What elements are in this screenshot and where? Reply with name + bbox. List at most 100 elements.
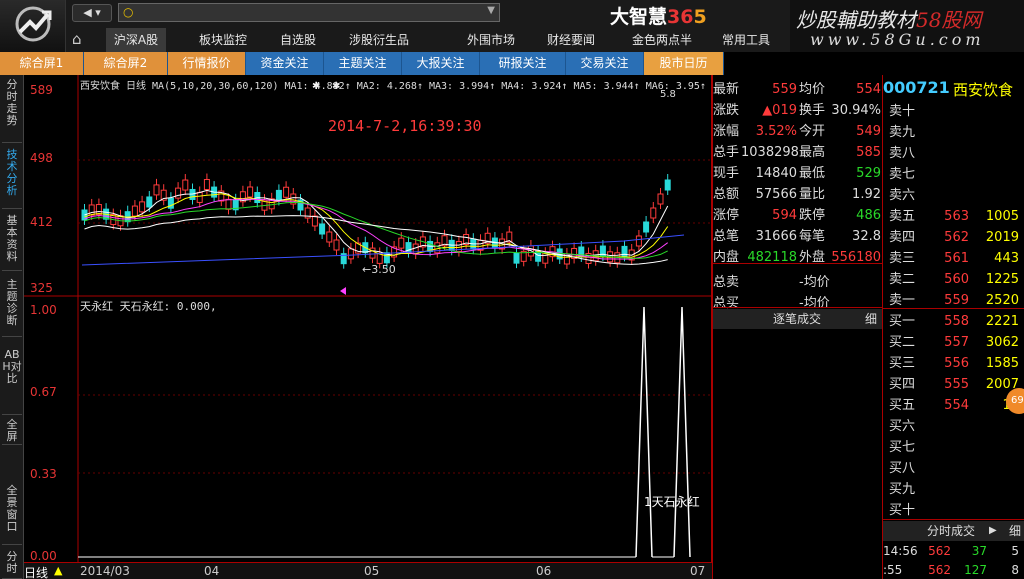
ask-row[interactable]: 卖二 560 1225 — [883, 269, 1024, 290]
ask-row[interactable]: 卖十 — [883, 101, 1024, 122]
quote-label: 总手 — [713, 145, 740, 160]
quote-label: 今开 — [799, 124, 826, 139]
tab-calendar[interactable]: 股市日历 — [644, 52, 724, 75]
period-dropdown-icon[interactable]: ▲ — [54, 564, 62, 577]
tab-screen2[interactable]: 綜合屏2 — [84, 52, 168, 75]
bid-row[interactable]: 买七 — [883, 437, 1024, 458]
left-side-tabs: 分时走势 技术分析 基本资料 主题诊断 ABH对比 全屏 全景窗口 分时 — [0, 75, 24, 579]
tab-research[interactable]: 研报关注 — [480, 52, 566, 75]
side-tab-basic[interactable]: 基本资料 — [2, 215, 22, 271]
quote-label: 最低 — [799, 166, 826, 181]
menu-news[interactable]: 财经要闻 — [536, 28, 606, 52]
menu-sector[interactable]: 板块监控 — [188, 28, 258, 52]
menu-hs-a[interactable]: 沪深A股 — [106, 28, 166, 52]
low-price-label: ←3.50 — [362, 263, 396, 276]
play-icon[interactable]: ▶ — [989, 521, 997, 541]
bid-row[interactable]: 买九 — [883, 479, 1024, 500]
quote-value: 585 — [856, 145, 881, 160]
tab-bigreport[interactable]: 大报关注 — [402, 52, 480, 75]
quote-label: 最高 — [799, 145, 826, 160]
candle-body — [664, 179, 671, 191]
tab-screen1[interactable]: 綜合屏1 — [0, 52, 84, 75]
quote-label: 跌停 — [799, 208, 826, 223]
ask-row[interactable]: 卖四 562 2019 — [883, 227, 1024, 248]
minute-detail-button[interactable]: 细 — [1009, 521, 1021, 541]
side-tab-diagnosis[interactable]: 主题诊断 — [2, 279, 22, 337]
quote-label: 每笔 — [799, 229, 826, 244]
side-tab-technical[interactable]: 技术分析 — [2, 149, 22, 209]
candle-body — [311, 215, 318, 227]
ask-row[interactable]: 卖五 563 1005 — [883, 206, 1024, 227]
app-logo[interactable] — [0, 0, 66, 52]
kline-svg[interactable]: ✱ ✱ — [24, 75, 712, 579]
menu-tools[interactable]: 常用工具 — [714, 28, 778, 52]
quote-value: 14840 — [755, 166, 797, 181]
candle-body — [369, 247, 376, 259]
bid-row[interactable]: 买六 — [883, 416, 1024, 437]
side-tab-intraday[interactable]: 分时走势 — [2, 79, 22, 143]
dropdown-icon[interactable]: ▾ — [95, 6, 101, 19]
menu-golden[interactable]: 金色两点半 — [622, 28, 702, 52]
menu-derivatives[interactable]: 涉股衍生品 — [342, 28, 416, 52]
bid-row[interactable]: 买五55411 — [883, 395, 1024, 416]
bid-row[interactable]: 买一 558 2221 — [883, 311, 1024, 332]
orderbook-panel: 000721 西安饮食 卖十 卖九 卖八 卖七 卖六 卖五 563 1005 卖四 562 2019… — [882, 75, 1024, 579]
candle-body — [643, 221, 650, 233]
menu-overseas[interactable]: 外围市场 — [456, 28, 526, 52]
search-box[interactable]: ○ ▼ — [118, 3, 500, 22]
tab-theme[interactable]: 主题关注 — [324, 52, 402, 75]
candle-body — [347, 248, 354, 260]
bid-row[interactable]: 买二 557 3062 — [883, 332, 1024, 353]
side-tab-panorama[interactable]: 全景窗口 — [2, 485, 22, 545]
tab-quotes[interactable]: 行情报价 — [168, 52, 246, 75]
main-menu: ⌂ 沪深A股 板块监控 自选股 涉股衍生品 外围市场 财经要闻 金色两点半 常用… — [66, 28, 790, 52]
tick-row: :55 562 127 8 — [883, 563, 1019, 577]
kline-chart-panel[interactable]: ✱ ✱ 西安饮食 日线 MA(5,10,20,30,60,120) MA1: 4… — [24, 75, 712, 579]
quote-row: 总手 1038298 最高 585 — [713, 142, 883, 163]
candle-body — [139, 201, 146, 213]
candle-body — [326, 231, 333, 243]
candle-body — [333, 239, 340, 251]
side-tab-minute[interactable]: 分时 — [2, 551, 22, 579]
y-label-top: 589 — [30, 83, 53, 97]
tick-row: 14:56 562 37 5 — [883, 544, 1019, 558]
logo-icon — [15, 6, 52, 42]
trades-detail-button[interactable]: 细 — [865, 309, 877, 329]
home-icon[interactable]: ⌂ — [72, 30, 82, 48]
back-forward-buttons[interactable]: ◀ ▾ — [72, 4, 112, 22]
quote-value: 554 — [856, 82, 881, 97]
minute-trades-header[interactable]: 分时成交 ▶ 细 — [883, 521, 1024, 541]
tab-funds[interactable]: 资金关注 — [246, 52, 324, 75]
quote-value: 549 — [856, 124, 881, 139]
bid-row[interactable]: 买三 556 1585 — [883, 353, 1024, 374]
quote-label: 最新 — [713, 82, 740, 97]
search-dropdown-icon[interactable]: ▼ — [487, 5, 495, 16]
ask-row[interactable]: 卖七 — [883, 164, 1024, 185]
trades-header[interactable]: 逐笔成交 细 — [713, 309, 883, 329]
candle-body — [196, 191, 203, 203]
bid-row[interactable]: 买八 — [883, 458, 1024, 479]
high-price-label: 5.8 — [660, 89, 676, 100]
quote-row: 最新 559 均价 554 — [713, 79, 883, 100]
ask-row[interactable]: 卖八 — [883, 143, 1024, 164]
indicator-header: 天永红 天石永红: 0.000, — [80, 300, 217, 313]
candle-body — [650, 207, 657, 219]
period-label[interactable]: 日线 — [24, 564, 48, 579]
quote-value: 3.52% — [755, 124, 797, 139]
quote-value: 57566 — [755, 187, 797, 202]
side-tab-fullscreen[interactable]: 全屏 — [2, 419, 22, 445]
candle-body — [635, 235, 642, 247]
menu-watchlist[interactable]: 自选股 — [272, 28, 324, 52]
candle-body — [275, 189, 282, 201]
back-arrow-icon[interactable]: ◀ — [83, 6, 91, 19]
quote-row: 现手 14840 最低 529 — [713, 163, 883, 184]
ask-row[interactable]: 卖六 — [883, 185, 1024, 206]
ask-row[interactable]: 卖三 561 443 — [883, 248, 1024, 269]
side-tab-abh[interactable]: ABH对比 — [2, 349, 22, 415]
ask-row[interactable]: 卖九 — [883, 122, 1024, 143]
bid-row[interactable]: 买十 — [883, 500, 1024, 521]
bid-row[interactable]: 买四 555 2007 — [883, 374, 1024, 395]
quote-value: 594 — [772, 208, 797, 223]
tab-trading[interactable]: 交易关注 — [566, 52, 644, 75]
quote-value: 1.92 — [852, 187, 881, 202]
